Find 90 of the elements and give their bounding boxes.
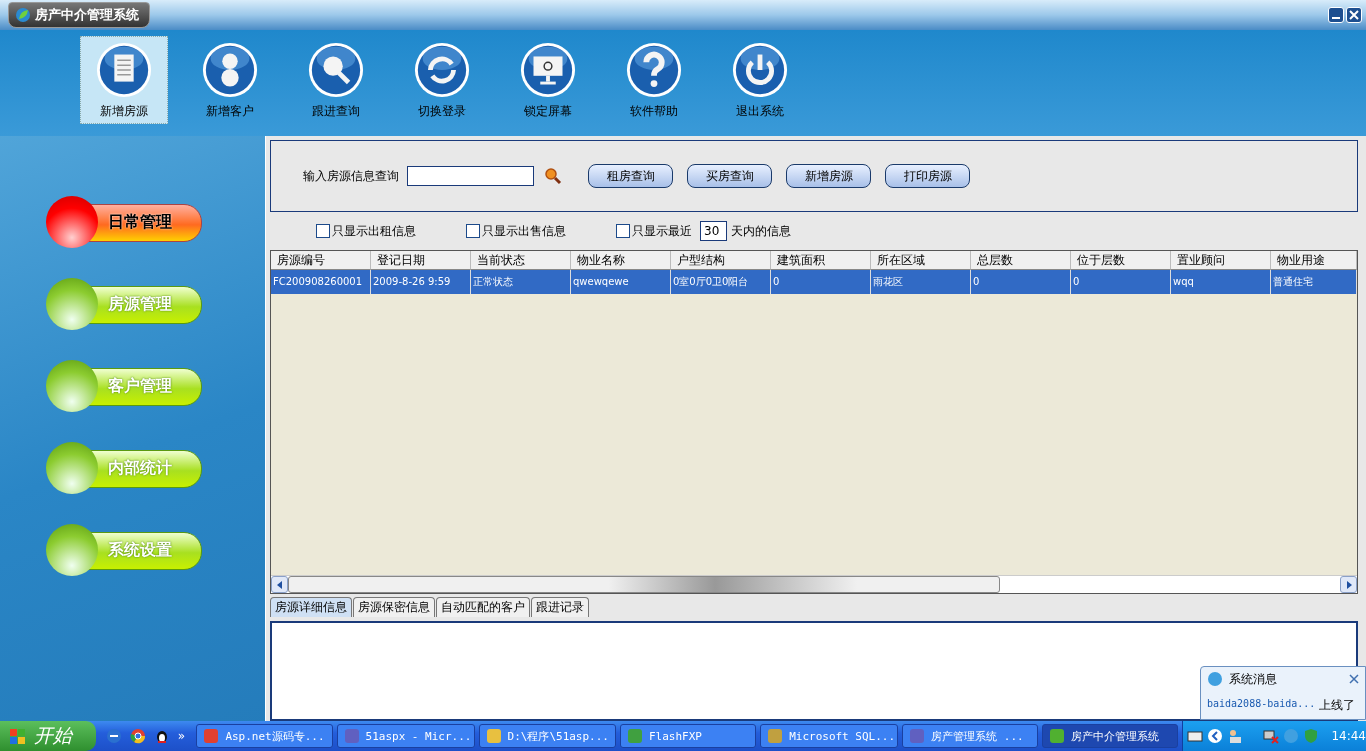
- column-header[interactable]: 户型结构: [671, 251, 771, 270]
- detail-tab[interactable]: 跟进记录: [531, 597, 589, 617]
- app-icon: [203, 728, 220, 744]
- table-cell: wqq: [1171, 270, 1271, 294]
- days-field[interactable]: 30: [700, 221, 727, 241]
- app-icon: [485, 728, 502, 744]
- taskbar-item[interactable]: FlashFXP: [620, 724, 757, 748]
- column-header[interactable]: 房源编号: [271, 251, 371, 270]
- taskbar-item[interactable]: 房产管理系统 ...: [902, 724, 1039, 748]
- column-header[interactable]: 物业用途: [1271, 251, 1357, 270]
- toolbar-button[interactable]: 退出系统: [716, 36, 804, 124]
- window-title: 房产中介管理系统: [8, 2, 150, 28]
- toolbar-button[interactable]: 新增客户: [186, 36, 274, 124]
- detail-tab[interactable]: 房源详细信息: [270, 597, 352, 617]
- table-cell: 0: [1071, 270, 1171, 294]
- more-icon[interactable]: »: [177, 729, 186, 743]
- filter-checkbox[interactable]: 只显示出售信息: [466, 222, 566, 240]
- windows-logo-icon: [8, 726, 28, 746]
- scroll-right-icon[interactable]: [1340, 576, 1357, 593]
- toolbar-button[interactable]: 锁定屏幕: [504, 36, 592, 124]
- monitor-icon: [519, 40, 577, 99]
- query-button[interactable]: 买房查询: [687, 164, 772, 188]
- clock: 14:44: [1331, 729, 1366, 743]
- toolbar-button[interactable]: 软件帮助: [610, 36, 698, 124]
- app-icon: [627, 728, 643, 744]
- taskbar-item[interactable]: 51aspx - Micr...: [336, 724, 475, 748]
- filter-checkbox[interactable]: 只显示最近: [616, 222, 692, 240]
- column-header[interactable]: 置业顾问: [1171, 251, 1271, 270]
- close-icon[interactable]: [1349, 674, 1359, 684]
- refresh-icon: [413, 40, 471, 99]
- toolbar-button[interactable]: 新增房源: [80, 36, 168, 124]
- collapse-icon[interactable]: [1207, 728, 1224, 744]
- column-header[interactable]: 位于层数: [1071, 251, 1171, 270]
- app-icon: [343, 728, 360, 744]
- app-icon: [1049, 728, 1066, 744]
- close-button[interactable]: [1346, 7, 1362, 23]
- detail-tab[interactable]: 房源保密信息: [353, 597, 435, 617]
- query-button[interactable]: 租房查询: [588, 164, 673, 188]
- search-icon: [307, 40, 365, 99]
- network-icon[interactable]: [1263, 728, 1280, 744]
- table-cell: qwewqewe: [571, 270, 671, 294]
- taskbar-item[interactable]: 房产中介管理系统: [1042, 724, 1179, 748]
- taskbar-item[interactable]: Asp.net源码专...: [196, 724, 333, 748]
- query-button[interactable]: 打印房源: [885, 164, 970, 188]
- app-icon: [909, 728, 926, 744]
- days-suffix: 天内的信息: [731, 222, 791, 240]
- chrome-icon[interactable]: [129, 728, 146, 744]
- column-header[interactable]: 登记日期: [371, 251, 471, 270]
- search-field[interactable]: [407, 166, 534, 186]
- taskbar-item[interactable]: Microsoft SQL...: [760, 724, 899, 748]
- search-icon[interactable]: [544, 167, 562, 185]
- minimize-icon: [1332, 17, 1340, 19]
- toolbar-button[interactable]: 跟进查询: [292, 36, 380, 124]
- table-cell: 0: [971, 270, 1071, 294]
- horizontal-scrollbar[interactable]: [271, 575, 1357, 593]
- table-cell: 2009-8-26 9:59: [371, 270, 471, 294]
- column-header[interactable]: 总层数: [971, 251, 1071, 270]
- table-cell: 正常状态: [471, 270, 571, 294]
- scroll-left-icon[interactable]: [271, 576, 288, 593]
- table-cell: 普通住宅: [1271, 270, 1357, 294]
- taskbar-item[interactable]: D:\程序\51asp...: [478, 724, 616, 748]
- app-icon: [767, 728, 784, 744]
- table-cell: 雨花区: [871, 270, 971, 294]
- user-icon[interactable]: [1227, 728, 1244, 744]
- column-header[interactable]: 所在区域: [871, 251, 971, 270]
- table-cell: FC200908260001: [271, 270, 371, 294]
- table-cell: 0: [771, 270, 871, 294]
- notification-message: 上线了: [1319, 697, 1356, 714]
- toolbar-button[interactable]: 切换登录: [398, 36, 486, 124]
- column-header[interactable]: 建筑面积: [771, 251, 871, 270]
- query-button[interactable]: 新增房源: [786, 164, 871, 188]
- column-header[interactable]: 物业名称: [571, 251, 671, 270]
- scrollbar-thumb[interactable]: [288, 576, 1000, 593]
- sidebar-item[interactable]: 日常管理: [46, 196, 202, 248]
- person-icon: [201, 40, 259, 99]
- table-cell: 0室0厅0卫0阳台: [671, 270, 771, 294]
- column-header[interactable]: 当前状态: [471, 251, 571, 270]
- keyboard-icon[interactable]: [1187, 728, 1204, 744]
- detail-tab[interactable]: 自动匹配的客户: [436, 597, 530, 617]
- notification-title: 系统消息: [1229, 670, 1278, 688]
- search-label: 输入房源信息查询: [303, 167, 399, 185]
- power-icon: [731, 40, 789, 99]
- close-icon: [1348, 9, 1360, 21]
- document-icon: [95, 40, 153, 99]
- user-link[interactable]: baida2088-baida...: [1207, 697, 1316, 714]
- minimize-button[interactable]: [1328, 7, 1344, 23]
- filter-checkbox[interactable]: 只显示出租信息: [316, 222, 416, 240]
- help-icon: [625, 40, 683, 99]
- table-row[interactable]: FC200908260001 2009-8-26 9:59 正常状态 qwewqewe 0室0厅0卫0阳台 0 雨花区 0 0 wqq 普通住宅: [271, 270, 1357, 294]
- leaf-icon: [15, 7, 31, 23]
